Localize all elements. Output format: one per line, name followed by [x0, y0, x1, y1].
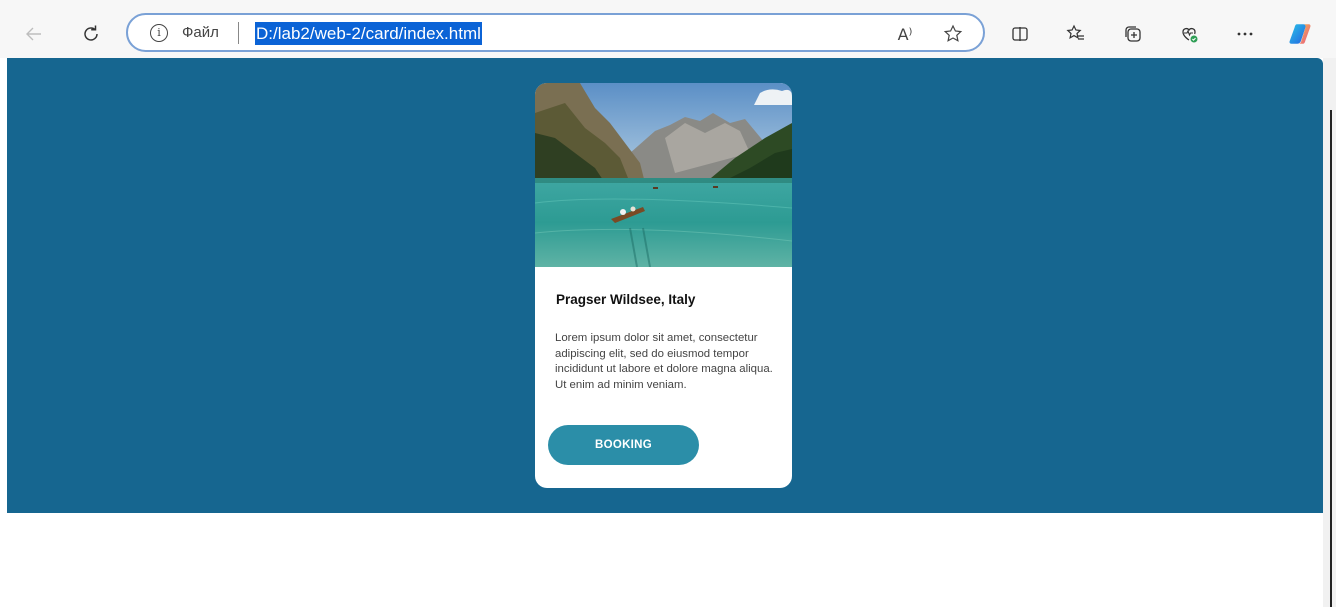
back-arrow-icon[interactable] [18, 18, 50, 50]
refresh-icon[interactable] [75, 18, 107, 50]
booking-button[interactable]: BOOKING [548, 425, 699, 465]
read-aloud-glyph: A⁾ [897, 24, 913, 44]
info-icon[interactable]: i [150, 24, 168, 42]
favorites-icon[interactable] [1060, 18, 1092, 50]
copilot-icon[interactable] [1284, 18, 1316, 50]
favorite-star-icon[interactable] [941, 22, 965, 46]
card-description: Lorem ipsum dolor sit amet, consectetur … [555, 332, 773, 391]
lake-photo [535, 83, 792, 267]
address-scheme-label: Файл [182, 24, 219, 41]
address-divider [238, 22, 239, 44]
scrollbar-thumb[interactable] [1330, 110, 1332, 607]
read-aloud-icon[interactable]: A⁾ [893, 22, 917, 46]
card-title: Pragser Wildsee, Italy [556, 292, 696, 307]
address-url-text[interactable]: D:/lab2/web-2/card/index.html [255, 22, 482, 45]
browser-essentials-icon[interactable] [1173, 18, 1205, 50]
more-menu-icon[interactable] [1229, 18, 1261, 50]
split-screen-icon[interactable] [1004, 18, 1036, 50]
browser-toolbar: i Файл D:/lab2/web-2/card/index.html A⁾ [0, 0, 1336, 58]
destination-card: Pragser Wildsee, Italy Lorem ipsum dolor… [535, 83, 792, 488]
collections-icon[interactable] [1117, 18, 1149, 50]
address-bar[interactable]: i Файл D:/lab2/web-2/card/index.html A⁾ [126, 13, 985, 52]
